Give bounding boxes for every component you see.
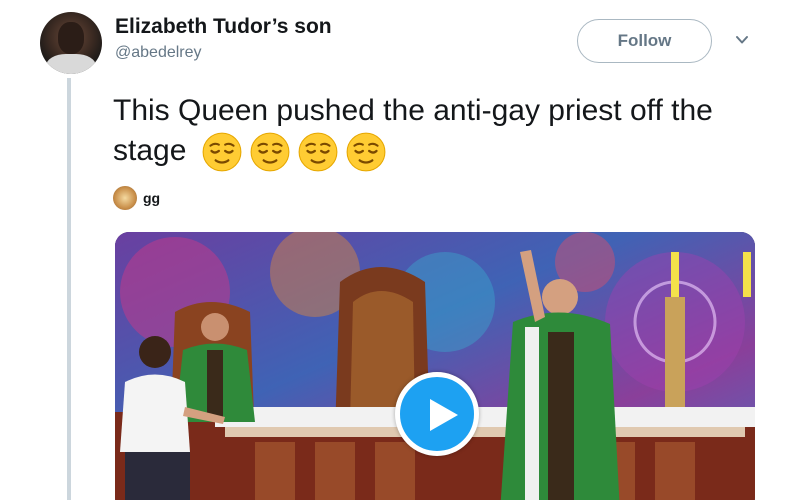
chevron-down-icon[interactable]	[735, 33, 749, 47]
avatar[interactable]	[40, 12, 102, 74]
author-handle[interactable]: @abedelrey	[115, 44, 202, 62]
tweet-text: This Queen pushed the anti-gay priest of…	[113, 91, 773, 173]
follow-button[interactable]: Follow	[577, 19, 712, 63]
mention-name: gg	[143, 190, 161, 206]
mention-avatar	[113, 186, 137, 210]
video-frame	[115, 232, 755, 500]
play-button[interactable]	[395, 372, 479, 456]
relieved-face-icon	[298, 132, 338, 172]
mention-chip[interactable]: gg	[113, 186, 160, 210]
relieved-face-icon	[346, 132, 386, 172]
author-name[interactable]: Elizabeth Tudor’s son	[115, 15, 332, 39]
emoji-row	[201, 131, 387, 173]
relieved-face-icon	[250, 132, 290, 172]
relieved-face-icon	[202, 132, 242, 172]
thread-line	[67, 78, 71, 500]
video-thumbnail[interactable]	[115, 232, 755, 500]
play-icon	[430, 399, 458, 431]
